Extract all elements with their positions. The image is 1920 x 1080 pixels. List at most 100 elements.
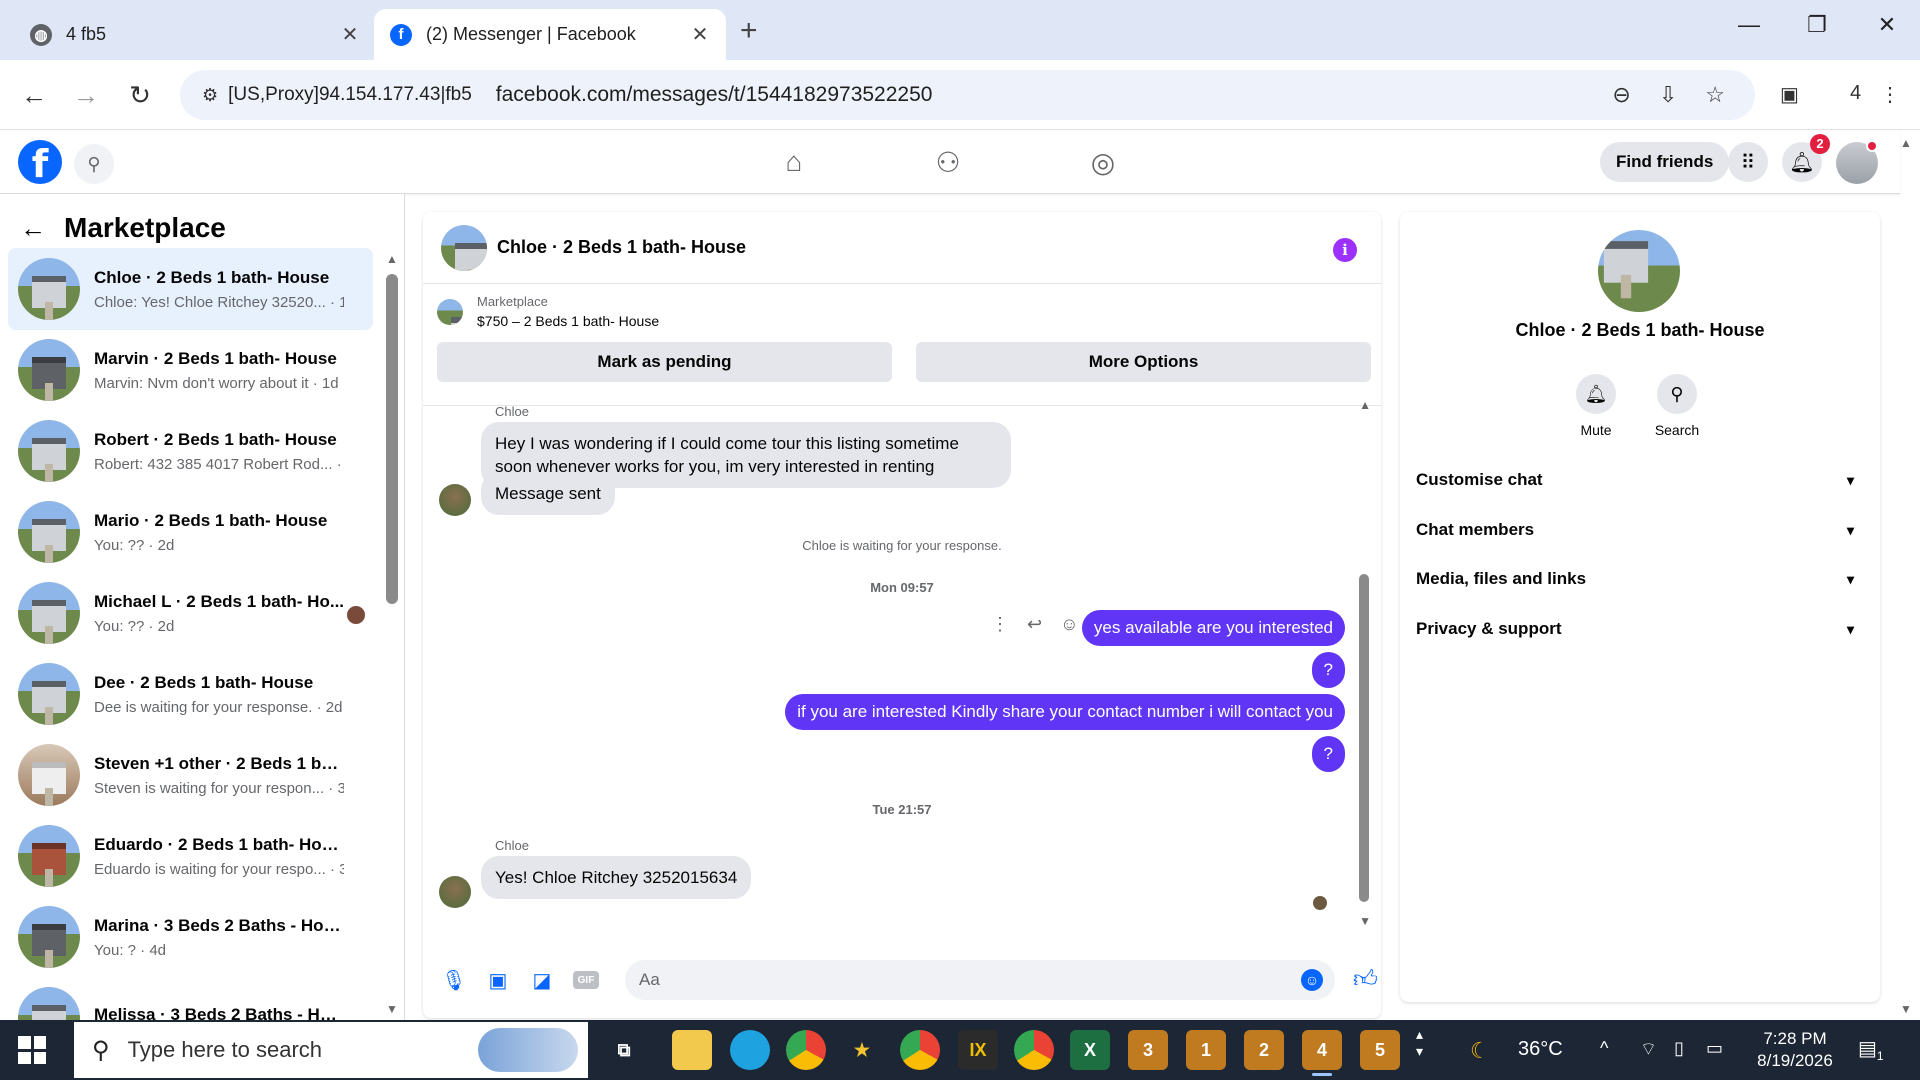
- section-privacy-support[interactable]: Privacy & support ▾: [1416, 609, 1864, 649]
- extensions-count[interactable]: 4: [1850, 82, 1861, 105]
- marketplace-listing-strip[interactable]: Marketplace $750 – 2 Beds 1 bath- House: [437, 294, 659, 329]
- browser-profile-5-icon[interactable]: 5: [1360, 1030, 1400, 1070]
- taskbar-search-box[interactable]: ⚲ Type here to search: [74, 1022, 588, 1078]
- facebook-logo-icon[interactable]: f: [18, 140, 62, 186]
- chat-title[interactable]: Chloe · 2 Beds 1 bath- House: [497, 237, 746, 258]
- address-bar[interactable]: ⚙ [US,Proxy]94.154.177.43|fb5 facebook.c…: [180, 70, 1755, 120]
- gif-icon[interactable]: GIF: [573, 971, 599, 989]
- outgoing-message[interactable]: ?: [1311, 736, 1345, 772]
- ixbrowser-icon[interactable]: IX: [958, 1030, 998, 1070]
- find-friends-button[interactable]: Find friends: [1600, 142, 1730, 182]
- tab-search-icon[interactable]: ▣: [1780, 82, 1799, 107]
- weather-temperature[interactable]: 36°C: [1518, 1038, 1563, 1061]
- page-scroll-up-arrow-icon[interactable]: ▲: [1900, 136, 1912, 150]
- back-button[interactable]: ←: [18, 80, 50, 111]
- outgoing-message[interactable]: yes available are you interested: [1081, 610, 1345, 646]
- network-icon[interactable]: ⌔: [1640, 1038, 1657, 1061]
- device-icon[interactable]: ▯: [1674, 1038, 1684, 1059]
- menu-kebab-icon[interactable]: ⋮: [1880, 82, 1900, 107]
- zoom-icon[interactable]: ⊖: [1612, 82, 1630, 108]
- message-input[interactable]: Aa ☺: [625, 960, 1335, 1000]
- new-tab-button[interactable]: +: [740, 14, 758, 48]
- conversation-item[interactable]: Melissa · 3 Beds 2 Baths - House: [8, 977, 373, 1020]
- home-icon[interactable]: ⌂: [774, 144, 814, 180]
- reload-button[interactable]: ↻: [124, 80, 156, 111]
- excel-icon[interactable]: X: [1070, 1030, 1110, 1070]
- scroll-down-arrow-icon[interactable]: ▼: [1359, 914, 1371, 928]
- info-icon[interactable]: i: [1333, 238, 1357, 262]
- taskbar-scroll-icon[interactable]: ▴ ▾: [1416, 1026, 1423, 1060]
- more-icon[interactable]: ⋮: [991, 614, 1009, 635]
- friends-icon[interactable]: ⚇: [928, 144, 968, 180]
- chrome-icon[interactable]: [786, 1030, 826, 1070]
- conversation-item[interactable]: Michael L · 2 Beds 1 bath- Ho... You: ?? …: [8, 572, 373, 654]
- menu-grid-icon[interactable]: ⠿: [1728, 142, 1768, 182]
- section-media-files-links[interactable]: Media, files and links ▾: [1416, 559, 1864, 599]
- scroll-up-arrow-icon[interactable]: ▲: [1359, 398, 1371, 412]
- search-button[interactable]: ⚲ Search: [1637, 374, 1717, 438]
- scroll-up-arrow-icon[interactable]: ▲: [386, 252, 398, 266]
- browser-profile-4-icon[interactable]: 4: [1302, 1030, 1342, 1076]
- close-icon[interactable]: ✕: [340, 22, 360, 47]
- back-arrow-icon[interactable]: ←: [20, 213, 46, 244]
- browser-tab-messenger[interactable]: f (2) Messenger | Facebook ✕: [374, 9, 726, 60]
- conversation-item[interactable]: Steven +1 other · 2 Beds 1 bath... Steven…: [8, 734, 373, 816]
- outgoing-message[interactable]: if you are interested Kindly share your …: [785, 694, 1345, 730]
- file-explorer-icon[interactable]: [672, 1030, 712, 1070]
- chat-scrollbar[interactable]: [1359, 574, 1369, 902]
- microphone-icon[interactable]: 🎙︎: [441, 967, 467, 993]
- chrome-profile-a-icon[interactable]: [900, 1030, 940, 1070]
- more-options-button[interactable]: More Options: [916, 342, 1371, 382]
- conversation-item[interactable]: Chloe · 2 Beds 1 bath- House Chloe: Yes! …: [8, 248, 373, 330]
- star-app-icon[interactable]: ★: [842, 1030, 882, 1070]
- incoming-message[interactable]: Yes! Chloe Ritchey 3252015634: [481, 856, 752, 899]
- photo-icon[interactable]: ▣: [485, 967, 511, 993]
- thumbs-up-icon[interactable]: 👍︎: [1353, 966, 1378, 994]
- sticker-icon[interactable]: ◪: [529, 967, 555, 993]
- browser-profile-1-icon[interactable]: 1: [1186, 1030, 1226, 1070]
- browser-tab-fb5[interactable]: ◍ 4 fb5 ✕: [14, 9, 376, 60]
- show-hidden-icons-icon[interactable]: ^: [1600, 1038, 1608, 1059]
- browser-profile-3-icon[interactable]: 3: [1128, 1030, 1168, 1070]
- sidebar-scrollbar[interactable]: [386, 274, 398, 604]
- close-window-button[interactable]: ✕: [1872, 12, 1902, 38]
- section-chat-members[interactable]: Chat members ▾: [1416, 510, 1864, 550]
- task-view-icon[interactable]: ⧉: [604, 1030, 644, 1070]
- conversation-item[interactable]: Marina · 3 Beds 2 Baths - House You: ? · …: [8, 896, 373, 978]
- reply-icon[interactable]: ↩: [1027, 614, 1042, 635]
- weather-moon-icon[interactable]: ☾: [1470, 1038, 1490, 1064]
- chat-avatar[interactable]: [441, 224, 487, 271]
- conversation-item[interactable]: Mario · 2 Beds 1 bath- House You: ?? · 2d: [8, 491, 373, 573]
- react-emoji-icon[interactable]: ☺: [1060, 614, 1078, 635]
- scroll-down-arrow-icon[interactable]: ▼: [386, 1002, 398, 1016]
- taskbar-clock[interactable]: 7:28 PM 8/19/2026: [1740, 1028, 1850, 1072]
- url-text[interactable]: facebook.com/messages/t/1544182973522250: [496, 83, 933, 107]
- page-scroll-down-arrow-icon[interactable]: ▼: [1900, 1002, 1912, 1016]
- chrome-profile-z-icon[interactable]: [1014, 1030, 1054, 1070]
- emoji-icon[interactable]: ☺: [1301, 969, 1323, 991]
- windows-start-icon[interactable]: [18, 1036, 46, 1064]
- install-icon[interactable]: ⇩: [1659, 82, 1677, 108]
- groups-icon[interactable]: ◎: [1083, 144, 1123, 180]
- proxy-chip[interactable]: ⚙ [US,Proxy]94.154.177.43|fb5: [202, 84, 472, 106]
- close-icon[interactable]: ✕: [690, 22, 710, 47]
- mute-button[interactable]: 🔔︎ Mute: [1556, 374, 1636, 438]
- search-icon[interactable]: ⚲: [74, 144, 114, 184]
- forward-button[interactable]: →: [70, 80, 102, 111]
- incoming-message[interactable]: Message sent: [481, 472, 615, 515]
- edge-browser-icon[interactable]: [730, 1030, 770, 1070]
- mark-as-pending-button[interactable]: Mark as pending: [437, 342, 892, 382]
- browser-profile-2-icon[interactable]: 2: [1244, 1030, 1284, 1070]
- bookmark-star-icon[interactable]: ☆: [1705, 82, 1725, 108]
- conversation-item[interactable]: Eduardo · 2 Beds 1 bath- House Eduardo is…: [8, 815, 373, 897]
- outgoing-message[interactable]: ?: [1311, 652, 1345, 688]
- restore-button[interactable]: ❐: [1802, 12, 1832, 38]
- conversation-item[interactable]: Dee · 2 Beds 1 bath- House Dee is waiting…: [8, 653, 373, 735]
- conversation-item[interactable]: Marvin · 2 Beds 1 bath- House Marvin: Nvm…: [8, 329, 373, 411]
- site-settings-icon[interactable]: ⚙: [202, 85, 218, 106]
- section-customise-chat[interactable]: Customise chat ▾: [1416, 460, 1864, 500]
- notification-center-icon[interactable]: ▤1: [1858, 1036, 1884, 1063]
- minimize-button[interactable]: —: [1734, 12, 1764, 38]
- battery-icon[interactable]: ▭: [1706, 1038, 1723, 1059]
- conversation-item[interactable]: Robert · 2 Beds 1 bath- House Robert: 432…: [8, 410, 373, 492]
